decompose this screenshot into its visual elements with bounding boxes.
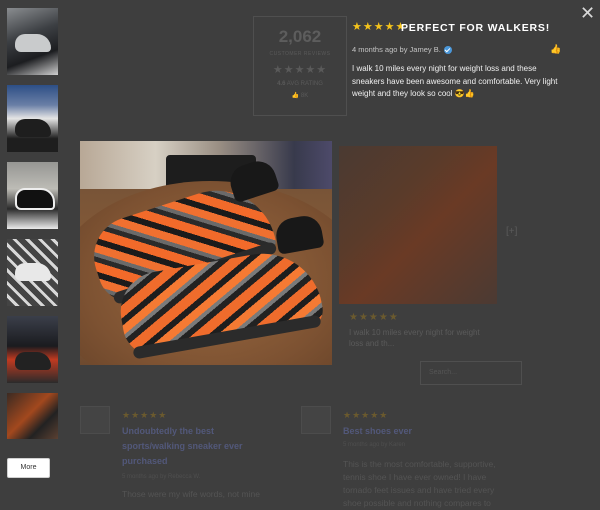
verified-icon	[443, 46, 452, 55]
background-review-stars: ★★★★★	[343, 410, 389, 420]
review-title: PERFECT FOR WALKERS!	[401, 22, 550, 34]
background-search-input: Search...	[420, 361, 522, 385]
review-meta: 4 months ago by Jamey B.	[352, 45, 452, 55]
avatar	[80, 406, 110, 434]
thumbnail-6[interactable]	[7, 393, 58, 439]
review-photo	[80, 141, 332, 365]
thumbs-up-icon[interactable]: 👍	[550, 44, 561, 55]
average-stars: ★★★★★	[272, 64, 328, 76]
review-count: 2,062	[278, 27, 322, 46]
avatar	[301, 406, 331, 434]
background-review-title: Undoubtedly the best sports/walking snea…	[122, 426, 243, 466]
background-review-body: Those were my wife words, not mine	[122, 489, 260, 499]
more-button[interactable]: More	[7, 458, 50, 478]
background-review-meta: 5 months ago by Rebecca W.	[122, 474, 201, 480]
background-review-body: This is the most comfortable, supportive…	[343, 459, 496, 508]
thumbnail-5[interactable]	[7, 316, 58, 383]
close-button[interactable]: ✕	[580, 4, 595, 22]
background-review-card: ★★★★★ I walk 10 miles every night for we…	[339, 146, 497, 354]
review-count-label: CUSTOMER REVIEWS	[269, 51, 331, 57]
background-card-text: I walk 10 miles every night for weight l…	[349, 328, 480, 348]
background-card-photo	[339, 146, 497, 304]
thumbnail-2[interactable]	[7, 85, 58, 152]
background-card-stars: ★★★★★	[349, 312, 399, 323]
background-review-title: Best shoes ever	[343, 426, 413, 436]
thumbnail-1[interactable]	[7, 8, 58, 75]
plus-icon: [+]	[506, 226, 518, 237]
thumbnail-4[interactable]	[7, 239, 58, 306]
average-rating: 4.6 AVG RATING	[277, 81, 323, 87]
review-stars: ★★★★★	[352, 21, 407, 33]
review-body: I walk 10 miles every night for weight l…	[352, 64, 558, 98]
thumbnail-3[interactable]	[7, 162, 58, 229]
stats-extra: 👍 8K	[291, 93, 309, 99]
background-review-stars: ★★★★★	[122, 410, 168, 420]
background-review-meta: 5 months ago by Karen	[343, 442, 406, 448]
review-stats-box: 2,062 CUSTOMER REVIEWS ★★★★★ 4.6 AVG RAT…	[253, 16, 347, 116]
